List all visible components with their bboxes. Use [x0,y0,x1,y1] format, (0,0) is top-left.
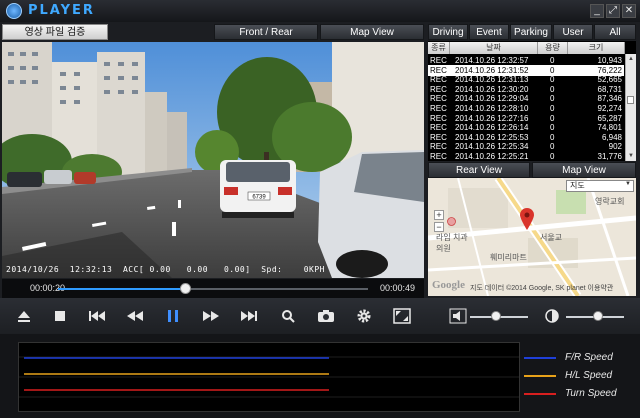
location-pin-icon [520,208,534,230]
brightness-icon[interactable] [542,306,562,326]
map-label: 라임 치과의원 [436,233,468,253]
settings-icon[interactable] [354,306,374,326]
row-capacity: 0 [550,152,555,161]
brightness-slider-handle[interactable] [592,311,603,321]
map-label: 훼미리마트 [490,253,527,262]
map-label: 서울교 [540,233,563,242]
fullscreen-icon[interactable] [392,306,412,326]
fast-forward-icon[interactable] [201,306,221,326]
minimize-button[interactable]: _ [590,4,604,18]
maximize-button[interactable]: ⤢ [606,4,620,18]
video-view[interactable]: 6739 [2,42,424,278]
video-frame: 6739 [2,42,424,278]
map-copyright: 지도 데이터 ©2014 Google, SK planet 이용약관 [470,285,614,292]
tab-map-view-side[interactable]: Map View [532,162,636,178]
tab-parking[interactable]: Parking [510,24,552,40]
skip-back-icon[interactable] [87,306,107,326]
tab-driving[interactable]: Driving [428,24,468,40]
scroll-thumb[interactable] [627,96,634,104]
pause-icon[interactable] [163,306,183,326]
volume-icon[interactable] [448,306,468,326]
column-header-type[interactable]: 종류 [428,42,450,54]
tab-front-rear[interactable]: Front / Rear [214,24,318,40]
legend-label-fr: F/R Speed [565,352,613,363]
column-header-capacity[interactable]: 용량 [538,42,568,54]
sensor-graph [18,342,520,412]
rewind-icon[interactable] [125,306,145,326]
scroll-up-icon[interactable]: ▲ [626,55,636,63]
zoom-in-button[interactable]: + [434,210,444,220]
row-size: 31,776 [597,152,622,161]
app-title: PLAYER [28,3,95,18]
legend-label-turn: Turn Speed [565,388,617,399]
column-header-date[interactable]: 날짜 [450,42,538,54]
legend-swatch-hl [524,375,556,377]
chevron-down-icon[interactable]: ▼ [625,181,631,187]
camera-icon[interactable] [316,306,336,326]
video-osd: 2014/10/26 12:32:13 ACC[ 0.00 0.00 0.00]… [6,265,325,274]
row-type: REC [430,152,447,161]
place-marker-icon [447,213,456,226]
skip-forward-icon[interactable] [239,306,259,326]
tab-all[interactable]: All [594,24,636,40]
tab-event[interactable]: Event [469,24,509,40]
scroll-down-icon[interactable]: ▼ [626,152,636,160]
total-time: 00:00:49 [380,283,416,293]
column-header-size[interactable]: 크기 [568,42,625,54]
zoom-icon[interactable] [278,306,298,326]
tab-user[interactable]: User [553,24,593,40]
legend-label-hl: H/L Speed [565,370,613,381]
tab-rear-view[interactable]: Rear View [428,162,530,178]
app-logo-icon [6,3,22,19]
tab-map-view[interactable]: Map View [320,24,424,40]
svg-text:6739: 6739 [252,195,266,201]
close-button[interactable]: ✕ [622,4,636,18]
file-list-scrollbar[interactable] [625,54,636,161]
map-label: 영락교회 [595,197,625,206]
legend-swatch-turn [524,393,556,395]
title-bar [0,0,640,22]
stop-icon[interactable] [50,306,70,326]
google-logo: Google [432,279,465,291]
file-verify-button[interactable]: 영상 파일 검증 [2,24,108,40]
map-type-dropdown[interactable]: 지도 [566,180,634,192]
seek-progress [58,288,186,290]
eject-icon[interactable] [14,306,34,326]
row-date: 2014.10.26 12:25:21 [455,152,529,161]
zoom-out-button[interactable]: − [434,222,444,232]
legend-swatch-fr [524,357,556,359]
table-row[interactable]: REC 2014.10.26 12:25:21 0 31,776 [428,151,624,162]
